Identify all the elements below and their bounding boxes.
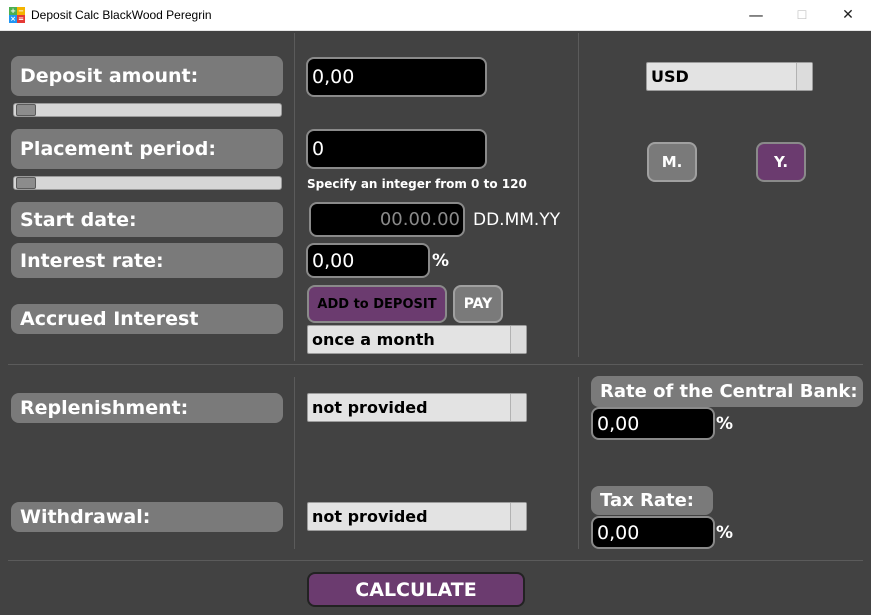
deposit-amount-label: Deposit amount: (11, 56, 283, 96)
maximize-button: ☐ (796, 8, 808, 22)
currency-select[interactable]: USD (646, 62, 813, 91)
tax-percent-sign: % (716, 523, 734, 543)
placement-period-label: Placement period: (11, 129, 283, 169)
deposit-amount-slider[interactable] (13, 103, 282, 117)
replenishment-value: not provided (312, 398, 428, 417)
dropdown-arrow-icon[interactable] (510, 326, 526, 353)
divider (8, 364, 863, 365)
main-panel: Deposit amount: Placement period: Start … (0, 31, 871, 615)
replenishment-label: Replenishment: (11, 393, 283, 423)
slider-handle[interactable] (16, 104, 36, 116)
central-bank-rate-input[interactable]: 0,00 (591, 407, 715, 440)
start-date-input[interactable]: 00.00.00 (309, 202, 465, 237)
add-to-deposit-button[interactable]: ADD to DEPOSIT (307, 285, 447, 323)
divider (578, 377, 579, 549)
start-date-label: Start date: (11, 202, 283, 237)
accrual-frequency-value: once a month (312, 330, 435, 349)
pay-button[interactable]: PAY (453, 285, 503, 323)
withdrawal-value: not provided (312, 507, 428, 526)
window-title: Deposit Calc BlackWood Peregrin (31, 8, 212, 22)
calculator-app-icon: + − × = (9, 7, 25, 23)
years-button[interactable]: Y. (756, 142, 806, 182)
dropdown-arrow-icon[interactable] (510, 394, 526, 421)
interest-rate-input[interactable]: 0,00 (306, 243, 430, 278)
close-button[interactable]: ✕ (825, 0, 871, 31)
accrued-interest-label: Accrued Interest (11, 304, 283, 334)
withdrawal-label: Withdrawal: (11, 502, 283, 532)
interest-rate-label: Interest rate: (11, 243, 283, 278)
divider (294, 377, 295, 549)
withdrawal-select[interactable]: not provided (307, 502, 527, 531)
placement-period-hint: Specify an integer from 0 to 120 (307, 177, 527, 191)
tax-rate-input[interactable]: 0,00 (591, 516, 715, 549)
minimize-button[interactable]: — (733, 0, 779, 31)
central-bank-rate-label: Rate of the Central Bank: (591, 376, 863, 407)
placement-period-slider[interactable] (13, 176, 282, 190)
calculate-button[interactable]: CALCULATE (307, 572, 525, 607)
placement-period-input[interactable]: 0 (306, 129, 487, 169)
interest-percent-sign: % (432, 251, 450, 271)
date-format-hint: DD.MM.YY (473, 210, 561, 230)
deposit-amount-input[interactable]: 0,00 (306, 57, 487, 97)
central-bank-percent-sign: % (716, 414, 734, 434)
title-bar: + − × = Deposit Calc BlackWood Peregrin … (0, 0, 871, 31)
divider (578, 33, 579, 357)
dropdown-arrow-icon[interactable] (510, 503, 526, 530)
currency-value: USD (651, 67, 689, 86)
divider (294, 33, 295, 361)
slider-handle[interactable] (16, 177, 36, 189)
tax-rate-label: Tax Rate: (591, 486, 713, 515)
months-button[interactable]: M. (647, 142, 697, 182)
replenishment-select[interactable]: not provided (307, 393, 527, 422)
accrual-frequency-select[interactable]: once a month (307, 325, 527, 354)
divider (8, 560, 863, 561)
dropdown-arrow-icon[interactable] (796, 63, 812, 90)
